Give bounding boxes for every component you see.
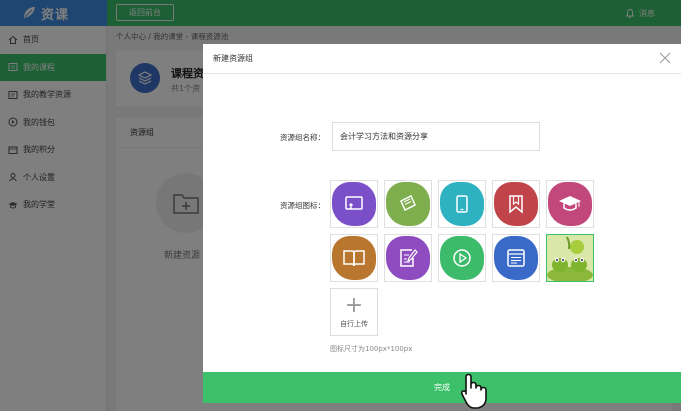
mortarboard-icon <box>548 182 592 226</box>
group-name-label: 资源组名称： <box>280 133 325 142</box>
new-group-dialog: 新建资源组 资源组名称： 会计学习方法和资源分享 资源组图标： + 自行上传 图… <box>203 44 681 403</box>
icon-option-book[interactable] <box>330 234 378 282</box>
certificate-icon <box>386 182 430 226</box>
frog-photo-icon <box>547 235 593 281</box>
icon-option-mortarboard[interactable] <box>546 180 594 228</box>
play-icon <box>440 236 484 280</box>
icon-option-play[interactable] <box>438 234 486 282</box>
icon-option-presentation[interactable] <box>330 180 378 228</box>
presentation-icon <box>332 182 376 226</box>
icon-option-certificate[interactable] <box>384 180 432 228</box>
icon-option-bookmark[interactable] <box>492 180 540 228</box>
edit-note-icon <box>386 236 430 280</box>
tablet-icon <box>440 182 484 226</box>
close-icon[interactable] <box>659 52 671 64</box>
icon-size-hint: 图标尺寸为100px*100px <box>330 345 413 353</box>
icon-option-frog-photo[interactable] <box>546 234 594 282</box>
plus-icon: + <box>344 292 364 318</box>
icon-option-tablet[interactable] <box>438 180 486 228</box>
upload-label: 自行上传 <box>340 319 368 328</box>
icon-option-window-list[interactable] <box>492 234 540 282</box>
dialog-title: 新建资源组 <box>203 44 681 74</box>
icon-option-edit-note[interactable] <box>384 234 432 282</box>
book-icon <box>332 236 376 280</box>
upload-icon-button[interactable]: + 自行上传 <box>330 288 378 336</box>
bookmark-icon <box>494 182 538 226</box>
group-icon-label: 资源组图标： <box>280 201 325 210</box>
hand-cursor-icon <box>460 373 487 409</box>
window-list-icon <box>494 236 538 280</box>
done-button[interactable]: 完成 <box>203 372 681 403</box>
group-name-input[interactable]: 会计学习方法和资源分享 <box>332 122 540 151</box>
